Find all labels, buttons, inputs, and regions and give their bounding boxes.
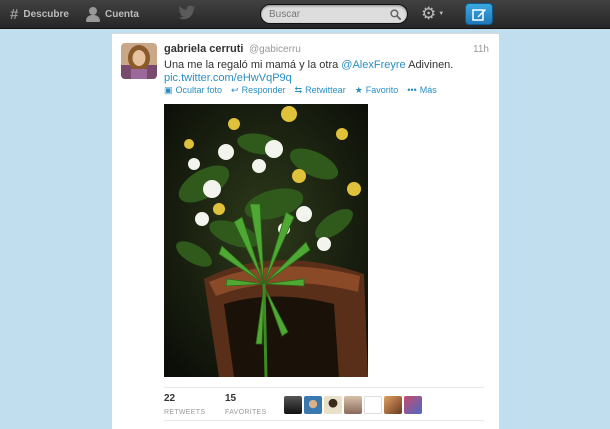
favorite-action[interactable]: ★ Favorito bbox=[355, 85, 399, 96]
photo-icon: ▣ bbox=[164, 84, 173, 95]
stats-divider-bottom bbox=[164, 420, 484, 421]
retweet-action[interactable]: ⇆ Retwittear bbox=[295, 85, 346, 96]
tweet-author-name[interactable]: gabriela cerruti bbox=[164, 43, 243, 55]
favoriter-avatar[interactable] bbox=[364, 396, 382, 414]
more-action[interactable]: ••• Más bbox=[407, 85, 436, 95]
favoriter-avatars bbox=[284, 396, 424, 414]
top-navigation-bar: # Descubre Cuenta ⚙ ▼ bbox=[0, 0, 610, 29]
star-icon: ★ bbox=[354, 84, 363, 95]
hide-photo-action[interactable]: ▣ Ocultar foto bbox=[164, 85, 222, 96]
search-icon[interactable] bbox=[390, 9, 401, 20]
favoriter-avatar[interactable] bbox=[344, 396, 362, 414]
favoriter-avatar[interactable] bbox=[284, 396, 302, 414]
tweet-photo[interactable] bbox=[164, 104, 368, 377]
favoriter-avatar[interactable] bbox=[304, 396, 322, 414]
gear-icon: ⚙ bbox=[421, 4, 437, 23]
tweet-text: Una me la regaló mi mamá y la otra @Alex… bbox=[164, 58, 494, 72]
retweet-label: Retwittear bbox=[305, 85, 346, 95]
favorites-label: FAVORITES bbox=[225, 409, 267, 416]
settings-menu[interactable]: ⚙ ▼ bbox=[421, 5, 451, 23]
retweets-count: 22 bbox=[164, 393, 176, 404]
tweet-text-after: Adivinen. bbox=[405, 59, 454, 71]
tweet-card: gabriela cerruti @gabicerru 11h Una me l… bbox=[111, 33, 500, 429]
nav-discover-label: Descubre bbox=[23, 9, 69, 20]
retweet-icon: ⇆ bbox=[294, 84, 303, 95]
retweets-stat[interactable]: 22 RETWEETS bbox=[164, 393, 205, 416]
retweets-label: RETWEETS bbox=[164, 409, 206, 416]
more-icon: ••• bbox=[407, 85, 417, 95]
tweet-text-before: Una me la regaló mi mamá y la otra bbox=[164, 59, 342, 71]
favoriter-avatar[interactable] bbox=[384, 396, 402, 414]
nav-account-label: Cuenta bbox=[105, 9, 139, 20]
favoriter-avatar[interactable] bbox=[404, 396, 422, 414]
avatar[interactable] bbox=[121, 43, 157, 79]
reply-action[interactable]: ↩ Responder bbox=[231, 85, 286, 96]
photo-link[interactable]: pic.twitter.com/eHwVqP9q bbox=[164, 72, 292, 84]
reply-icon: ↩ bbox=[231, 84, 239, 95]
favorites-count: 15 bbox=[225, 393, 237, 404]
compose-tweet-button[interactable] bbox=[465, 3, 493, 25]
stats-divider-top bbox=[164, 387, 484, 388]
search-input[interactable] bbox=[269, 7, 387, 21]
twitter-bird-icon[interactable] bbox=[178, 5, 196, 21]
hide-photo-label: Ocultar foto bbox=[175, 85, 223, 95]
compose-icon bbox=[472, 9, 486, 21]
favorite-label: Favorito bbox=[365, 85, 399, 95]
nav-discover[interactable]: # Descubre bbox=[10, 0, 69, 29]
hash-icon: # bbox=[10, 6, 19, 23]
chevron-down-icon: ▼ bbox=[438, 11, 445, 17]
search-box[interactable] bbox=[260, 4, 408, 24]
favorites-stat[interactable]: 15 FAVORITES bbox=[225, 393, 266, 416]
tweet-timestamp[interactable]: 11h bbox=[473, 44, 489, 55]
reply-label: Responder bbox=[241, 85, 286, 95]
nav-account[interactable]: Cuenta bbox=[86, 0, 139, 29]
more-label: Más bbox=[419, 85, 437, 95]
person-icon bbox=[86, 7, 100, 22]
mention-link[interactable]: @AlexFreyre bbox=[341, 59, 405, 71]
favoriter-avatar[interactable] bbox=[324, 396, 342, 414]
tweet-actions: ▣ Ocultar foto ↩ Responder ⇆ Retwittear … bbox=[164, 84, 446, 96]
tweet-author-username[interactable]: @gabicerru bbox=[249, 44, 301, 55]
